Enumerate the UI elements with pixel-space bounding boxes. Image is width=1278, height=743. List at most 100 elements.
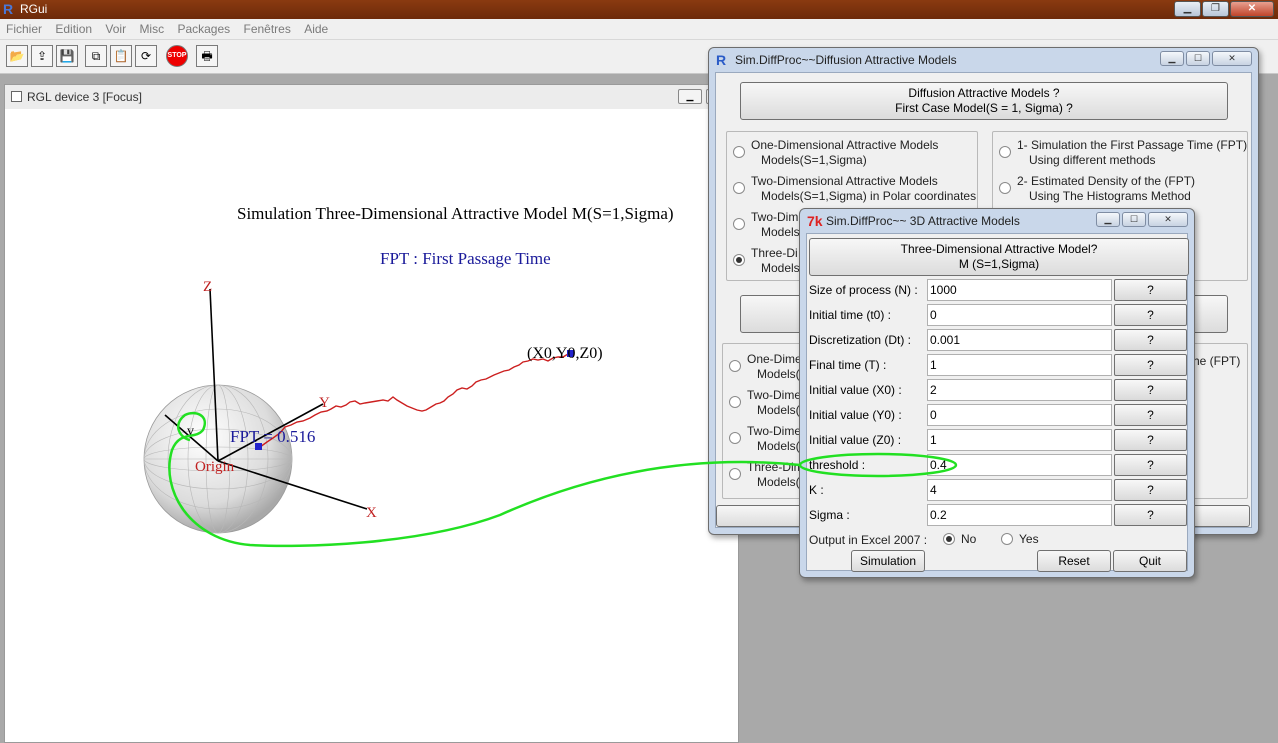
simulation-button[interactable]: Simulation	[851, 550, 925, 572]
copy-icon[interactable]: ⧉	[85, 45, 107, 67]
menu-packages[interactable]: Packages	[171, 19, 234, 36]
help-button[interactable]: ?	[1114, 329, 1187, 351]
excel-yes-radio[interactable]	[1001, 533, 1013, 545]
print-icon[interactable]: 🖶	[196, 45, 218, 67]
open-icon[interactable]: 📂	[6, 45, 28, 67]
rgl-canvas[interactable]: Simulation Three-Dimensional Attractive …	[5, 109, 738, 742]
help-button[interactable]: ?	[1114, 379, 1187, 401]
param-row: Initial time (t0) : 0 ?	[807, 304, 1187, 326]
minimize-button[interactable]: ▁	[1174, 1, 1201, 17]
app-titlebar: R RGui ▁ ❐ ✕	[0, 0, 1278, 19]
origin-label: Origin	[195, 459, 235, 475]
z-axis-label: Z	[203, 279, 212, 295]
case2-option-3[interactable]: Two-Dime Models(	[747, 424, 801, 454]
x0-field[interactable]: 2	[927, 379, 1112, 401]
size-field[interactable]: 1000	[927, 279, 1112, 301]
save-icon[interactable]: 💾	[56, 45, 78, 67]
initial-time-field[interactable]: 0	[927, 304, 1112, 326]
threshold-field[interactable]: 0.4	[927, 454, 1112, 476]
window-icon	[11, 91, 22, 102]
model-option-2[interactable]: Two-Dimensional Attractive Models Models(…	[751, 174, 976, 204]
restore-button[interactable]: ❐	[1202, 1, 1229, 17]
help-button[interactable]: ?	[1114, 454, 1187, 476]
model-option-3[interactable]: Two-Dim Models	[751, 210, 800, 240]
z0-field[interactable]: 1	[927, 429, 1112, 451]
y-axis-label: Y	[319, 395, 330, 411]
help-button[interactable]: ?	[1114, 429, 1187, 451]
help-button[interactable]: ?	[1114, 279, 1187, 301]
attractive-3d-dialog: 7k Sim.DiffProc~~ 3D Attractive Models ▁…	[799, 208, 1195, 578]
refresh-icon[interactable]: ⟳	[135, 45, 157, 67]
discretization-field[interactable]: 0.001	[927, 329, 1112, 351]
param-label: Initial value (X0) :	[807, 379, 925, 401]
help-button[interactable]: ?	[1114, 504, 1187, 526]
y0-field[interactable]: 0	[927, 404, 1112, 426]
sigma-field[interactable]: 0.2	[927, 504, 1112, 526]
model-option-4[interactable]: Three-Di Models	[751, 246, 800, 276]
menu-aide[interactable]: Aide	[298, 19, 332, 36]
help-button[interactable]: ?	[1114, 404, 1187, 426]
analysis-radio-1[interactable]	[999, 146, 1011, 158]
param-label: Initial time (t0) :	[807, 304, 925, 326]
excel-no-label[interactable]: No	[961, 532, 976, 547]
case2-radio-2[interactable]	[729, 396, 741, 408]
menu-edition[interactable]: Edition	[49, 19, 96, 36]
subdialog-minimize-button[interactable]: ▁	[1096, 212, 1120, 227]
subdialog-titlebar: 7k Sim.DiffProc~~ 3D Attractive Models ▁…	[800, 209, 1194, 233]
model-help-button[interactable]: Three-Dimensional Attractive Model? M (S…	[809, 238, 1189, 276]
case2-option-4[interactable]: Three-Dim Models(	[747, 460, 804, 490]
menu-voir[interactable]: Voir	[99, 19, 130, 36]
analysis-option-2[interactable]: 2- Estimated Density of the (FPT) Using T…	[1017, 174, 1195, 204]
param-label: Initial value (Y0) :	[807, 404, 925, 426]
case2-radio-4[interactable]	[729, 468, 741, 480]
plot-title: Simulation Three-Dimensional Attractive …	[237, 204, 674, 223]
close-button[interactable]: ✕	[1230, 1, 1274, 17]
subdialog-close-button[interactable]: ✕	[1148, 212, 1188, 227]
reset-button[interactable]: Reset	[1037, 550, 1111, 572]
menu-misc[interactable]: Misc	[133, 19, 168, 36]
paste-icon[interactable]: 📋	[110, 45, 132, 67]
model-help-line2: M (S=1,Sigma)	[958, 257, 1040, 271]
param-row: K : 4 ?	[807, 479, 1187, 501]
param-row: Discretization (Dt) : 0.001 ?	[807, 329, 1187, 351]
rgl-minimize-button[interactable]: ▁	[678, 89, 702, 104]
models-help-button[interactable]: Diffusion Attractive Models ? First Case…	[740, 82, 1228, 120]
r-logo-icon: R	[3, 1, 14, 17]
case2-analysis-option[interactable]: he (FPT)	[1193, 354, 1240, 369]
model-radio-3[interactable]	[733, 218, 745, 230]
case2-radio-3[interactable]	[729, 432, 741, 444]
stop-icon[interactable]: STOP	[166, 45, 188, 67]
param-label: Size of process (N) :	[807, 279, 925, 301]
menu-fenetres[interactable]: Fenêtres	[238, 19, 295, 36]
help-button[interactable]: ?	[1114, 304, 1187, 326]
subdialog-maximize-button[interactable]: ☐	[1122, 212, 1146, 227]
fpt-value-label: FPT = 0.516	[230, 427, 315, 446]
x-axis-label: X	[366, 505, 377, 521]
analysis-radio-2[interactable]	[999, 182, 1011, 194]
v-label: v	[187, 424, 194, 439]
dialog-minimize-button[interactable]: ▁	[1160, 51, 1184, 66]
model-radio-4[interactable]	[733, 254, 745, 266]
case2-option-2[interactable]: Two-Dime Models(	[747, 388, 801, 418]
menu-fichier[interactable]: Fichier	[0, 19, 46, 36]
param-row: Initial value (Z0) : 1 ?	[807, 429, 1187, 451]
help-button[interactable]: ?	[1114, 354, 1187, 376]
help-button[interactable]: ?	[1114, 479, 1187, 501]
dialog-close-button[interactable]: ✕	[1212, 51, 1252, 66]
model-radio-1[interactable]	[733, 146, 745, 158]
excel-yes-label[interactable]: Yes	[1019, 532, 1039, 547]
model-radio-2[interactable]	[733, 182, 745, 194]
model-option-1[interactable]: One-Dimensional Attractive Models Models(…	[751, 138, 938, 168]
k-field[interactable]: 4	[927, 479, 1112, 501]
param-row: Sigma : 0.2 ?	[807, 504, 1187, 526]
excel-no-radio[interactable]	[943, 533, 955, 545]
dialog-title: Sim.DiffProc~~Diffusion Attractive Model…	[735, 53, 957, 67]
final-time-field[interactable]: 1	[927, 354, 1112, 376]
param-row: threshold : 0.4 ?	[807, 454, 1187, 476]
analysis-option-1[interactable]: 1- Simulation the First Passage Time (FP…	[1017, 138, 1247, 168]
dialog-maximize-button[interactable]: ☐	[1186, 51, 1210, 66]
load-workspace-icon[interactable]: ⇪	[31, 45, 53, 67]
case2-option-1[interactable]: One-Dime Models(	[747, 352, 802, 382]
case2-radio-1[interactable]	[729, 360, 741, 372]
quit-button[interactable]: Quit	[1113, 550, 1187, 572]
